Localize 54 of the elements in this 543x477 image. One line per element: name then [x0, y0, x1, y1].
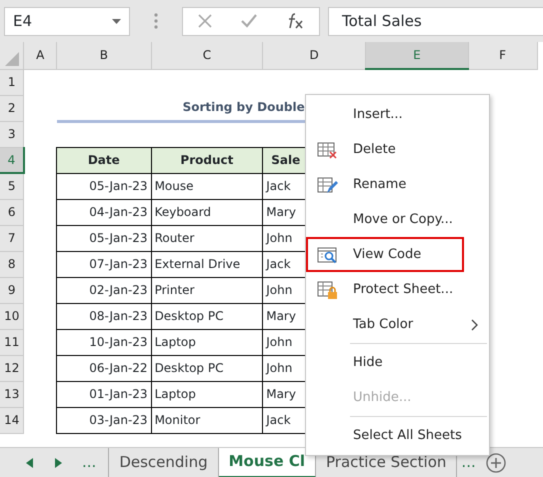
table-cell: Monitor — [151, 407, 263, 433]
dropdown-caret-icon[interactable] — [112, 18, 121, 24]
column-header[interactable]: D — [262, 42, 366, 69]
row-header[interactable]: 14 — [0, 407, 24, 433]
table-cell: Router — [151, 225, 263, 251]
table-cell: Mouse — [151, 173, 263, 199]
formula-bar[interactable]: Total Sales — [328, 6, 543, 36]
row-header[interactable]: 9 — [0, 277, 24, 303]
table-cell: Keyboard — [151, 199, 263, 225]
table-cell: 07-Jan-23 — [56, 251, 152, 277]
table-cell: External Drive — [151, 251, 263, 277]
row-header[interactable]: 7 — [0, 225, 24, 251]
scroll-right-icon[interactable] — [54, 458, 62, 468]
row-header[interactable]: 11 — [0, 329, 24, 355]
column-header[interactable]: F — [468, 42, 537, 69]
row-header[interactable]: 2 — [0, 95, 24, 121]
table-cell: Printer — [151, 277, 263, 303]
row-header[interactable]: 6 — [0, 199, 24, 225]
table-cell: 10-Jan-23 — [56, 329, 152, 355]
column-header[interactable]: A — [24, 42, 57, 69]
table-cell: 05-Jan-23 — [56, 173, 152, 199]
table-cell: Laptop — [151, 381, 263, 407]
table-cell: 05-Jan-23 — [56, 225, 152, 251]
table-cell: 06-Jan-22 — [56, 355, 152, 381]
table-cell: Desktop PC — [151, 355, 263, 381]
column-header[interactable]: E — [366, 42, 468, 69]
table-cell: 04-Jan-23 — [56, 199, 152, 225]
sheet-tab[interactable]: Mouse Cl — [218, 448, 316, 477]
table-cell: 03-Jan-23 — [56, 407, 152, 433]
row-header[interactable]: 12 — [0, 355, 24, 381]
table-cell: 01-Jan-23 — [56, 381, 152, 407]
table-cell: 02-Jan-23 — [56, 277, 152, 303]
column-heading: Date — [56, 147, 152, 173]
scroll-left-icon[interactable] — [26, 458, 34, 468]
row-header[interactable]: 4 — [0, 147, 24, 173]
column-header[interactable]: B — [56, 42, 152, 69]
more-tabs-button[interactable]: ... — [76, 448, 110, 477]
name-box[interactable]: E4 — [4, 6, 130, 36]
row-header[interactable]: 10 — [0, 303, 24, 329]
column-heading: Product — [151, 147, 263, 173]
check-icon[interactable] — [240, 14, 257, 28]
row-header[interactable]: 13 — [0, 381, 24, 407]
grip-icon — [154, 13, 158, 29]
menu-item[interactable]: View Code — [306, 237, 464, 272]
row-header[interactable]: 8 — [0, 251, 24, 277]
function-icon[interactable] — [286, 13, 304, 29]
table-cell: Laptop — [151, 329, 263, 355]
column-header[interactable]: C — [151, 42, 263, 69]
table-cell: 08-Jan-23 — [56, 303, 152, 329]
table-cell: Desktop PC — [151, 303, 263, 329]
row-header[interactable]: 5 — [0, 173, 24, 199]
row-header[interactable]: 1 — [0, 69, 24, 95]
row-header[interactable]: 3 — [0, 121, 24, 147]
add-sheet-icon[interactable] — [486, 452, 506, 472]
